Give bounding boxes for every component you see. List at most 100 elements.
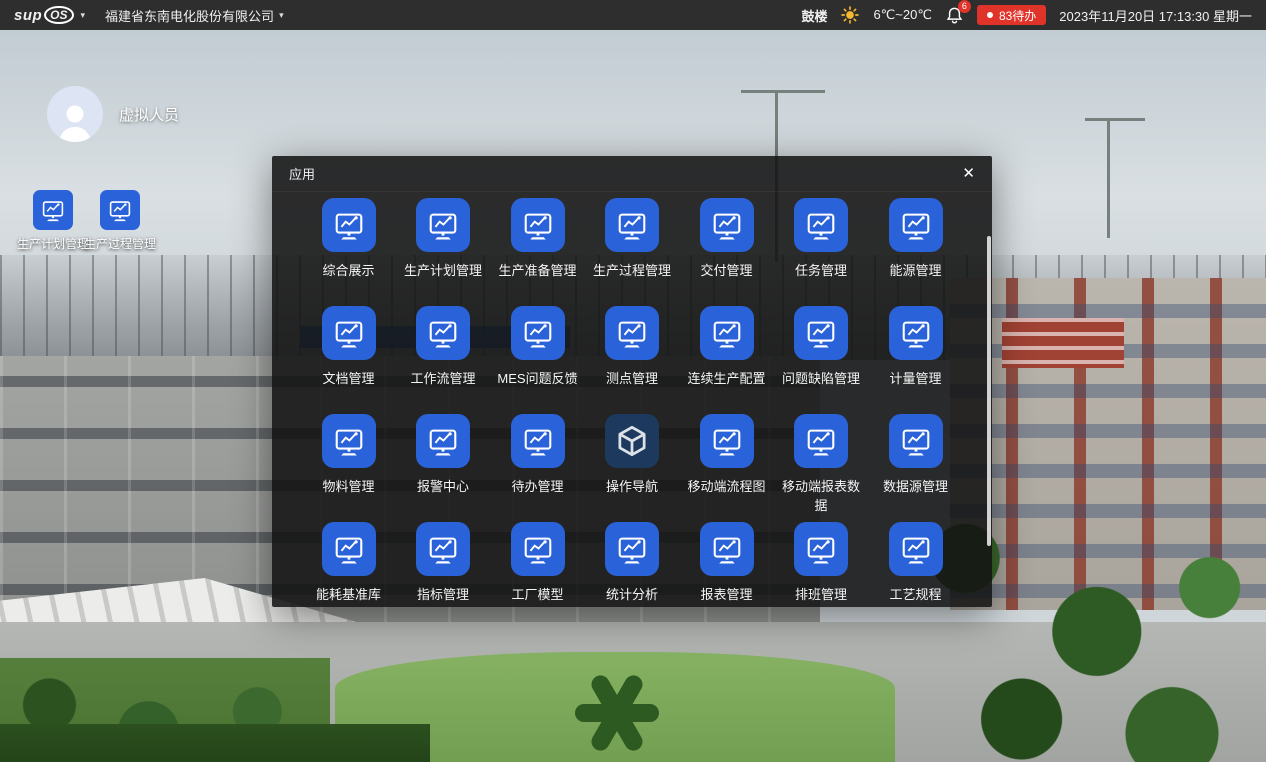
app-label: 指标管理	[415, 585, 471, 604]
avatar[interactable]	[47, 86, 103, 142]
app-tile[interactable]: 生产过程管理	[585, 198, 680, 306]
desktop-shortcut-production-process[interactable]: 生产过程管理	[81, 190, 159, 252]
bg-crane-arm	[1085, 118, 1145, 121]
monitor-chart-icon	[416, 522, 470, 576]
monitor-chart-icon	[605, 306, 659, 360]
close-icon[interactable]: ✕	[962, 166, 975, 181]
app-tile[interactable]: 问题缺陷管理	[774, 306, 869, 414]
app-label: 工作流管理	[408, 369, 477, 388]
bg-crane	[1107, 118, 1110, 238]
app-tile[interactable]: 测点管理	[585, 306, 680, 414]
app-tile[interactable]: 工艺规程	[868, 522, 963, 607]
app-tile[interactable]: 报警中心	[396, 414, 491, 522]
chevron-down-icon: ▾	[279, 10, 284, 21]
logo-os-bubble: OS	[44, 6, 73, 24]
app-label: 物料管理	[320, 477, 376, 496]
app-tile[interactable]: 能源管理	[868, 198, 963, 306]
monitor-chart-icon	[700, 306, 754, 360]
shortcut-label: 生产过程管理	[84, 235, 156, 252]
monitor-chart-icon	[700, 522, 754, 576]
app-tile[interactable]: 交付管理	[679, 198, 774, 306]
bg-trees-bottom	[0, 724, 430, 762]
weather-location: 鼓楼	[801, 6, 827, 25]
app-tile[interactable]: 文档管理	[301, 306, 396, 414]
screen: supOS ▾ 福建省东南电化股份有限公司 ▾ 鼓楼 6℃~20℃	[0, 0, 1266, 762]
monitor-chart-icon	[511, 414, 565, 468]
supos-logo[interactable]: supOS ▾	[14, 6, 85, 24]
app-label: 文档管理	[320, 369, 376, 388]
app-label: 生产计划管理	[402, 261, 484, 280]
topbar-right: 鼓楼 6℃~20℃ 6 83待办	[801, 5, 1252, 26]
user-profile[interactable]: 虚拟人员	[47, 86, 179, 142]
company-selector[interactable]: 福建省东南电化股份有限公司 ▾	[105, 6, 284, 25]
monitor-chart-icon	[794, 306, 848, 360]
app-tile[interactable]: 生产准备管理	[490, 198, 585, 306]
shortcut-label: 生产计划管理	[17, 235, 89, 252]
app-tile[interactable]: 计量管理	[868, 306, 963, 414]
app-tile[interactable]: 移动端流程图	[679, 414, 774, 522]
app-tile[interactable]: 生产计划管理	[396, 198, 491, 306]
apps-modal: 应用 ✕ 综合展示	[272, 156, 992, 607]
monitor-chart-icon	[511, 306, 565, 360]
app-label: 任务管理	[793, 261, 849, 280]
app-tile[interactable]: 能耗基准库	[301, 522, 396, 607]
logo-text-sup: sup	[14, 7, 42, 24]
app-label: 测点管理	[604, 369, 660, 388]
app-label: 统计分析	[604, 585, 660, 604]
app-grid: 综合展示 生产计划管理	[272, 192, 992, 607]
modal-title: 应用	[289, 164, 315, 183]
app-tile[interactable]: MES问题反馈	[490, 306, 585, 414]
monitor-chart-icon	[889, 414, 943, 468]
app-tile[interactable]: 移动端报表数据	[774, 414, 869, 522]
app-tile[interactable]: 连续生产配置	[679, 306, 774, 414]
monitor-chart-icon	[605, 198, 659, 252]
monitor-chart-icon	[605, 522, 659, 576]
todo-badge[interactable]: 83待办	[977, 5, 1046, 25]
app-label: 排班管理	[793, 585, 849, 604]
notification-bell-button[interactable]: 6	[945, 5, 964, 26]
app-label: 生产准备管理	[496, 261, 578, 280]
app-tile[interactable]: 综合展示	[301, 198, 396, 306]
app-label: 操作导航	[604, 477, 660, 496]
app-label: 连续生产配置	[685, 369, 767, 388]
app-tile[interactable]: 操作导航	[585, 414, 680, 522]
app-tile[interactable]: 工厂模型	[490, 522, 585, 607]
app-tile[interactable]: 物料管理	[301, 414, 396, 522]
monitor-chart-icon	[322, 414, 376, 468]
app-tile[interactable]: 工作流管理	[396, 306, 491, 414]
monitor-chart-icon	[794, 522, 848, 576]
monitor-chart-icon	[511, 198, 565, 252]
app-tile[interactable]: 报表管理	[679, 522, 774, 607]
scrollbar-thumb[interactable]	[987, 236, 991, 546]
monitor-chart-icon	[322, 522, 376, 576]
bg-crane-arm	[741, 90, 825, 93]
app-label: 能源管理	[887, 261, 943, 280]
app-label: MES问题反馈	[495, 369, 579, 388]
app-label: 综合展示	[320, 261, 376, 280]
app-label: 交付管理	[698, 261, 754, 280]
monitor-chart-icon	[794, 198, 848, 252]
dot-icon	[987, 12, 993, 18]
monitor-chart-icon	[416, 306, 470, 360]
bg-red-brick-building	[1002, 318, 1124, 368]
app-tile[interactable]: 待办管理	[490, 414, 585, 522]
monitor-chart-icon	[322, 198, 376, 252]
sun-icon	[840, 5, 860, 25]
monitor-chart-icon	[794, 414, 848, 468]
app-label: 生产过程管理	[591, 261, 673, 280]
monitor-chart-icon	[416, 198, 470, 252]
app-tile[interactable]: 任务管理	[774, 198, 869, 306]
monitor-chart-icon	[889, 198, 943, 252]
app-label: 待办管理	[509, 477, 565, 496]
monitor-chart-icon	[322, 306, 376, 360]
app-tile[interactable]: 数据源管理	[868, 414, 963, 522]
cube-icon	[605, 414, 659, 468]
monitor-chart-icon	[416, 414, 470, 468]
app-label: 移动端报表数据	[774, 477, 869, 515]
app-label: 能耗基准库	[314, 585, 383, 604]
app-tile[interactable]: 统计分析	[585, 522, 680, 607]
app-tile[interactable]: 排班管理	[774, 522, 869, 607]
app-tile[interactable]: 指标管理	[396, 522, 491, 607]
app-label: 问题缺陷管理	[780, 369, 862, 388]
monitor-chart-icon	[700, 198, 754, 252]
